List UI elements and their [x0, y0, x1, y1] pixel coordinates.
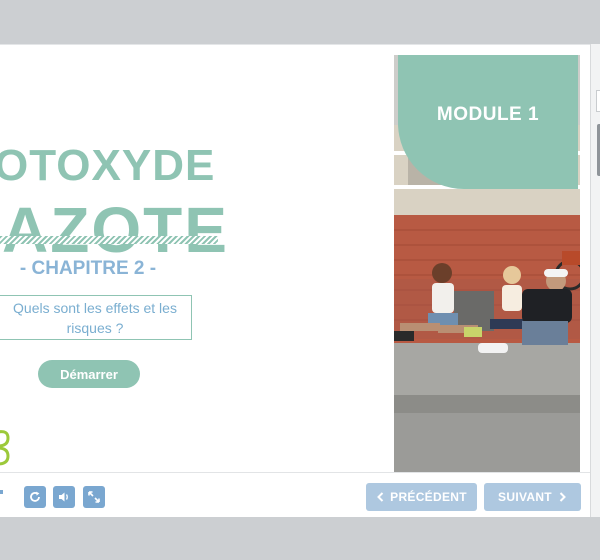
top-gray-band	[0, 0, 600, 44]
volume-button[interactable]	[53, 486, 75, 508]
slide-title-line1: OTOXYDE	[0, 141, 216, 190]
fullscreen-button[interactable]	[83, 486, 105, 508]
footer-divider	[0, 472, 590, 473]
hatched-divider	[0, 236, 218, 244]
reload-icon	[30, 491, 40, 502]
right-scroll-strip	[590, 44, 600, 517]
question-box: Quels sont les effets et les risques ?	[0, 295, 192, 340]
start-button[interactable]: Démarrer	[38, 360, 140, 388]
reload-button[interactable]	[24, 486, 46, 508]
previous-button[interactable]: PRÉCÉDENT	[366, 483, 477, 511]
scroll-top-marker	[596, 90, 600, 112]
volume-icon	[59, 492, 68, 502]
slide-title-line2: AZOTE	[2, 194, 229, 266]
chevron-right-icon	[559, 492, 566, 502]
edge-marker	[0, 490, 3, 494]
logo-fragment	[0, 430, 10, 466]
bottom-gray-band	[0, 517, 600, 560]
chapter-label: - CHAPITRE 2 -	[19, 258, 157, 279]
previous-label: PRÉCÉDENT	[390, 490, 467, 504]
module-label: MODULE 1	[436, 104, 540, 125]
fullscreen-icon	[88, 491, 100, 503]
next-button[interactable]: SUIVANT	[484, 483, 581, 511]
chevron-left-icon	[377, 492, 384, 502]
next-label: SUIVANT	[498, 490, 552, 504]
